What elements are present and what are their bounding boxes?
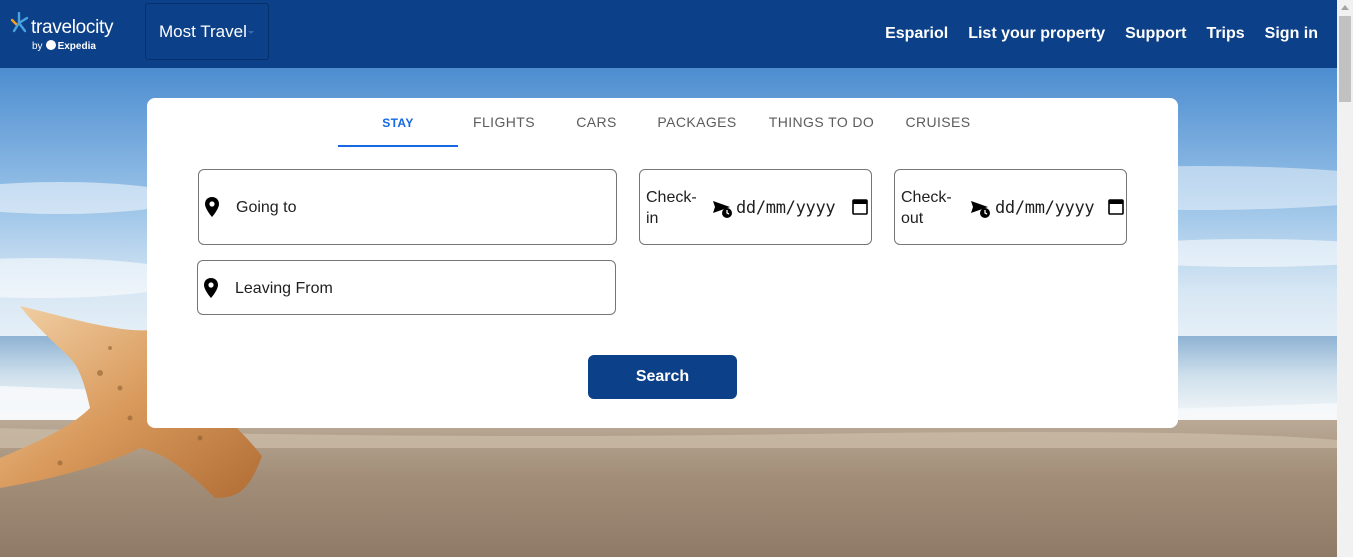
travelocity-logo[interactable]: travelocity by Expedia [8, 12, 128, 56]
nav-sign-in-link[interactable]: Sign in [1265, 24, 1318, 44]
scroll-thumb[interactable] [1339, 16, 1351, 102]
logo-byline: by Expedia [32, 40, 96, 53]
logo-wordmark: travelocity [31, 17, 114, 38]
checkin-date-field[interactable]: Check-in dd/mm/yyyy [639, 169, 872, 245]
logo-by-text: by [32, 41, 43, 52]
checkout-date-field[interactable]: Check-out dd/mm/yyyy [894, 169, 1127, 245]
nav-language-link[interactable]: Espariol [885, 24, 948, 44]
flight-clock-icon [971, 201, 990, 218]
tab-things-to-do[interactable]: THINGS TO DO [764, 114, 879, 130]
calendar-icon[interactable] [1108, 198, 1124, 215]
checkin-label: Check-in [646, 189, 697, 227]
location-pin-icon [204, 278, 218, 298]
leaving-from-placeholder: Leaving From [235, 280, 333, 297]
nav-list-property-link[interactable]: List your property [968, 24, 1105, 44]
expedia-icon [45, 40, 56, 50]
scroll-up-icon[interactable] [1341, 5, 1349, 10]
logo-star-icon [10, 12, 29, 33]
nav-support-link[interactable]: Support [1125, 24, 1186, 44]
tab-cars[interactable]: CARS [568, 114, 625, 130]
chevron-down-icon [248, 31, 254, 34]
leaving-from-field[interactable]: Leaving From [197, 260, 616, 315]
tab-packages[interactable]: PACKAGES [652, 114, 742, 130]
top-header: travelocity by Expedia Most Travel Espari… [0, 0, 1337, 68]
checkout-label: Check-out [901, 189, 952, 227]
flight-clock-icon [713, 201, 732, 218]
tab-stay[interactable]: STAY [338, 115, 458, 131]
most-travel-label: Most Travel [159, 22, 247, 41]
location-pin-icon [205, 197, 219, 217]
page-scrollbar[interactable] [1337, 0, 1353, 557]
going-to-placeholder: Going to [236, 199, 297, 216]
search-tabs: STAY FLIGHTS CARS PACKAGES THINGS TO DO … [147, 98, 1178, 148]
going-to-field[interactable]: Going to [198, 169, 617, 245]
active-tab-indicator [338, 145, 458, 147]
logo-expedia-text: Expedia [57, 41, 96, 52]
tab-cruises[interactable]: CRUISES [900, 114, 976, 130]
checkout-date-value: dd/mm/yyyy [995, 198, 1095, 218]
calendar-icon[interactable] [852, 198, 868, 215]
tab-flights[interactable]: FLIGHTS [464, 114, 544, 130]
header-nav: Espariol List your property Support Trip… [865, 24, 1318, 44]
search-button[interactable]: Search [588, 355, 737, 399]
most-travel-dropdown[interactable]: Most Travel [145, 3, 269, 60]
search-card: STAY FLIGHTS CARS PACKAGES THINGS TO DO … [147, 98, 1178, 428]
nav-trips-link[interactable]: Trips [1206, 24, 1244, 44]
checkin-date-value: dd/mm/yyyy [736, 198, 836, 218]
